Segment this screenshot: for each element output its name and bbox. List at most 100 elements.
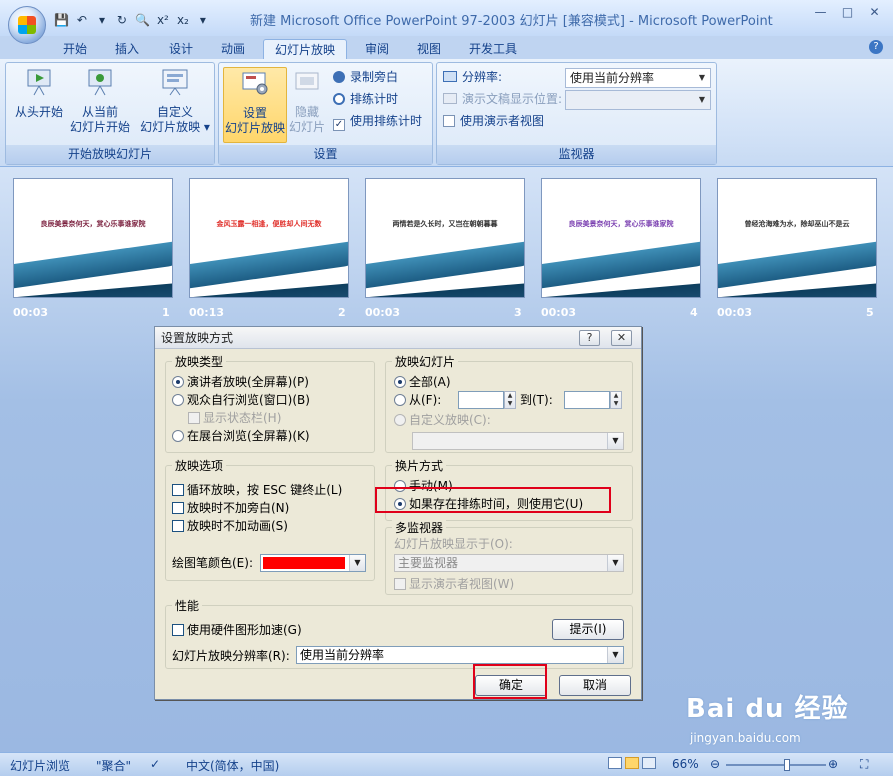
tips-button[interactable]: 提示(I) — [552, 619, 624, 640]
undo-icon[interactable]: ↶ — [75, 13, 89, 27]
cancel-button[interactable]: 取消 — [559, 675, 631, 696]
show-scrollbar-checkbox[interactable]: 显示状态栏(H) — [188, 410, 281, 426]
tab-design[interactable]: 设计 — [158, 39, 204, 61]
quick-access-toolbar: 💾 ↶ ▾ ↻ 🔍 x² x₂ ▾ — [54, 10, 210, 30]
show-slides-legend: 放映幻灯片 — [392, 353, 459, 370]
presenter-view-label: 显示演示者视图(W) — [409, 577, 515, 591]
slide-sorter-view-icon[interactable] — [625, 757, 639, 769]
hw-accel-checkbox[interactable]: 使用硬件图形加速(G) — [172, 622, 302, 638]
setup-slideshow-button[interactable]: 设置 幻灯片放映 — [223, 67, 287, 143]
highlight-box — [375, 487, 611, 513]
ribbon-tabs: 开始 插入 设计 动画 幻灯片放映 审阅 视图 开发工具 ? — [0, 36, 893, 61]
slideshow-resolution-select[interactable]: 使用当前分辨率 ▼ — [296, 646, 624, 664]
zoom-slider-thumb[interactable] — [784, 759, 790, 771]
setup-show-icon — [242, 72, 268, 95]
minimize-button[interactable]: — — [808, 4, 833, 22]
show-on-select[interactable]: ▼ — [565, 90, 711, 110]
slide-thumbnail[interactable]: 曾经沧海难为水，除却巫山不是云 — [717, 178, 877, 298]
zoom-slider-track[interactable] — [726, 764, 826, 766]
zoom-in-icon[interactable]: ⊕ — [828, 757, 838, 771]
print-preview-icon[interactable]: 🔍 — [135, 13, 150, 27]
help-icon[interactable]: ? — [869, 40, 883, 54]
normal-view-icon[interactable] — [608, 757, 622, 769]
advance-legend: 换片方式 — [392, 457, 447, 474]
chevron-down-icon: ▼ — [698, 95, 706, 104]
use-timings-checkbox[interactable]: ✓ 使用排练计时 — [333, 111, 422, 131]
multi-monitor-group: 多监视器 幻灯片放映显示于(O): 主要监视器 ▼ 显示演示者视图(W) — [385, 519, 633, 595]
status-bar: 幻灯片浏览 "聚合" ✓ 中文(简体，中国) 66% ⊖ ⊕ ⛶ — [0, 752, 893, 776]
group-caption-start: 开始放映幻灯片 — [6, 145, 214, 164]
slide-thumbnail[interactable]: 金风玉露一相逢，便胜却人间无数 — [189, 178, 349, 298]
loop-label: 循环放映，按 ESC 键终止(L) — [187, 483, 343, 497]
close-button[interactable]: ✕ — [862, 4, 887, 22]
presenter-label: 演讲者放映(全屏幕)(P) — [187, 375, 309, 389]
office-button[interactable] — [8, 6, 46, 44]
slide-number: 3 — [514, 306, 522, 319]
to-spinner[interactable]: ▲ ▼ — [610, 391, 622, 409]
performance-group: 性能 使用硬件图形加速(G) 提示(I) 幻灯片放映分辨率(R): 使用当前分辨… — [165, 597, 633, 669]
setup-label-1: 设置 — [242, 106, 267, 120]
undo-dropdown-icon[interactable]: ▾ — [95, 13, 109, 27]
resolution-label: 分辨率: — [462, 70, 503, 84]
resolution-select[interactable]: 使用当前分辨率 ▼ — [565, 68, 711, 88]
record-narration-button[interactable]: 录制旁白 — [333, 67, 398, 87]
dialog-help-button[interactable]: ? — [579, 330, 600, 346]
from-radio[interactable]: 从(F): — [394, 392, 441, 408]
tab-animations[interactable]: 动画 — [210, 39, 256, 61]
rehearse-timings-button[interactable]: 排练计时 — [333, 89, 398, 109]
tab-slide-show[interactable]: 幻灯片放映 — [263, 39, 347, 61]
group-caption-monitors: 监视器 — [437, 145, 716, 164]
no-narration-checkbox[interactable]: 放映时不加旁白(N) — [172, 500, 289, 516]
pen-color-picker[interactable]: ▼ — [260, 554, 366, 572]
custom-slideshow-button[interactable]: 自定义 幻灯片放映 ▾ — [136, 67, 214, 143]
multi-monitor-legend: 多监视器 — [392, 519, 447, 536]
show-on-label-row: 演示文稿显示位置: — [443, 89, 562, 109]
zoom-level[interactable]: 66% — [672, 757, 699, 771]
slide-thumbnail[interactable]: 两情若是久长时，又岂在朝朝暮暮 — [365, 178, 525, 298]
presenter-view-checkbox[interactable]: 显示演示者视图(W) — [394, 576, 514, 592]
presenter-radio[interactable]: 演讲者放映(全屏幕)(P) — [172, 374, 309, 390]
redo-icon[interactable]: ↻ — [115, 13, 129, 27]
all-slides-radio[interactable]: 全部(A) — [394, 374, 451, 390]
slide-thumbnail[interactable]: 良辰美景奈何天，赏心乐事谁家院 — [541, 178, 701, 298]
superscript-icon[interactable]: x² — [156, 13, 170, 27]
hw-accel-label: 使用硬件图形加速(G) — [187, 623, 302, 637]
tab-review[interactable]: 审阅 — [354, 39, 400, 61]
to-input[interactable] — [564, 391, 610, 409]
custom-show-label-1: 自定义 — [156, 105, 193, 119]
display-on-select[interactable]: 主要监视器 ▼ — [394, 554, 624, 572]
browse-window-radio[interactable]: 观众自行浏览(窗口)(B) — [172, 392, 310, 408]
tab-view[interactable]: 视图 — [406, 39, 452, 61]
save-icon[interactable]: 💾 — [54, 13, 69, 27]
from-input[interactable] — [458, 391, 504, 409]
slide-thumbnail[interactable]: 良辰美景奈何天，赏心乐事谁家院 — [13, 178, 173, 298]
show-scrollbar-label: 显示状态栏(H) — [203, 411, 282, 425]
custom-show-select[interactable]: ▼ — [412, 432, 624, 450]
radio-indicator — [172, 376, 184, 388]
window-controls: — □ ✕ — [808, 4, 887, 22]
tab-insert[interactable]: 插入 — [104, 39, 150, 61]
slide-text: 良辰美景奈何天，赏心乐事谁家院 — [568, 220, 674, 228]
tab-developer[interactable]: 开发工具 — [460, 39, 526, 61]
from-spinner[interactable]: ▲ ▼ — [504, 391, 516, 409]
fit-window-icon[interactable]: ⛶ — [860, 757, 868, 772]
from-beginning-button[interactable]: 从头开始 — [8, 67, 70, 143]
record-narration-label: 录制旁白 — [350, 70, 399, 84]
kiosk-radio[interactable]: 在展台浏览(全屏幕)(K) — [172, 428, 310, 444]
no-animation-checkbox[interactable]: 放映时不加动画(S) — [172, 518, 288, 534]
presenter-view-checkbox[interactable]: 使用演示者视图 — [443, 111, 544, 131]
hide-slide-button[interactable]: 隐藏 幻灯片 — [287, 67, 327, 143]
slideshow-view-icon[interactable] — [642, 757, 656, 769]
subscript-icon[interactable]: x₂ — [176, 13, 190, 27]
custom-show-radio[interactable]: 自定义放映(C): — [394, 412, 491, 428]
dialog-close-button[interactable]: ✕ — [611, 330, 632, 346]
show-slides-group: 放映幻灯片 全部(A) 从(F): ▲ ▼ 到(T): ▲ ▼ 自定义放映(C): … — [385, 353, 633, 453]
tab-home[interactable]: 开始 — [52, 39, 98, 61]
loop-checkbox[interactable]: 循环放映，按 ESC 键终止(L) — [172, 482, 342, 498]
maximize-button[interactable]: □ — [835, 4, 860, 22]
spell-check-icon[interactable]: ✓ — [150, 757, 160, 771]
group-caption-setup: 设置 — [219, 145, 432, 164]
customize-qat-icon[interactable]: ▾ — [196, 13, 210, 27]
zoom-out-icon[interactable]: ⊖ — [710, 757, 720, 771]
from-current-button[interactable]: 从当前 幻灯片开始 — [66, 67, 134, 143]
